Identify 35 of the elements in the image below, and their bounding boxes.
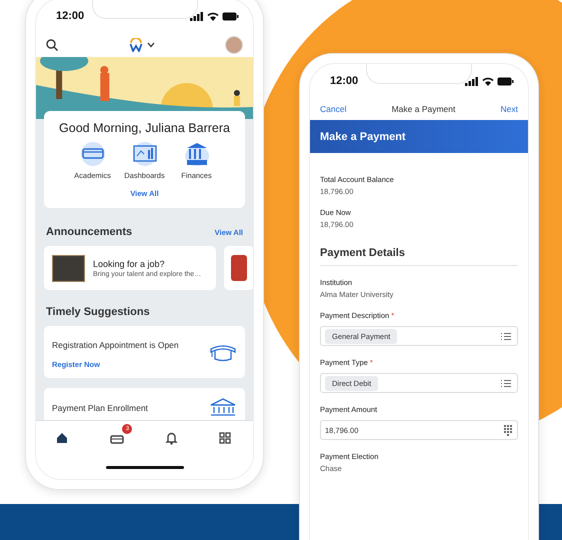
section-heading: Announcements [46, 226, 132, 238]
keypad-icon [504, 424, 512, 436]
grid-icon [218, 432, 233, 444]
list-icon [500, 378, 512, 388]
photo-placeholder [52, 254, 85, 282]
wifi-icon [207, 12, 219, 20]
battery-icon [222, 12, 239, 20]
announcement-title: Looking for a job? [93, 258, 166, 268]
lunchbox-icon [80, 141, 106, 167]
photo-placeholder [231, 255, 247, 281]
list-icon [500, 332, 512, 340]
bank-building-icon [184, 141, 210, 167]
chart-board-icon [132, 141, 158, 167]
bell-icon [164, 432, 179, 444]
wifi-icon [482, 76, 494, 86]
suggestion-title: Registration Appointment is Open [52, 340, 179, 350]
signal-icon [465, 76, 479, 86]
screen-title: Make a Payment [392, 104, 456, 114]
status-time: 12:00 [330, 75, 358, 87]
next-button[interactable]: Next [500, 104, 518, 114]
chevron-down-icon[interactable] [146, 42, 154, 48]
cancel-button[interactable]: Cancel [320, 104, 346, 114]
page-banner: Make a Payment [310, 120, 528, 153]
bank-building-icon [209, 397, 237, 417]
suggestion-title: Payment Plan Enrollment [52, 403, 148, 413]
greeting-heading: Good Morning, Juliana Barrera [59, 121, 230, 135]
section-heading: Payment Details [320, 247, 518, 266]
suggestion-card[interactable]: Payment Plan Enrollment [44, 388, 245, 420]
status-time: 12:00 [56, 10, 84, 22]
battery-icon [497, 76, 514, 86]
announcement-card[interactable] [224, 246, 253, 290]
search-icon[interactable] [46, 39, 58, 51]
logo-icon [128, 38, 142, 52]
section-heading: Timely Suggestions [46, 306, 150, 318]
signal-icon [190, 12, 204, 20]
